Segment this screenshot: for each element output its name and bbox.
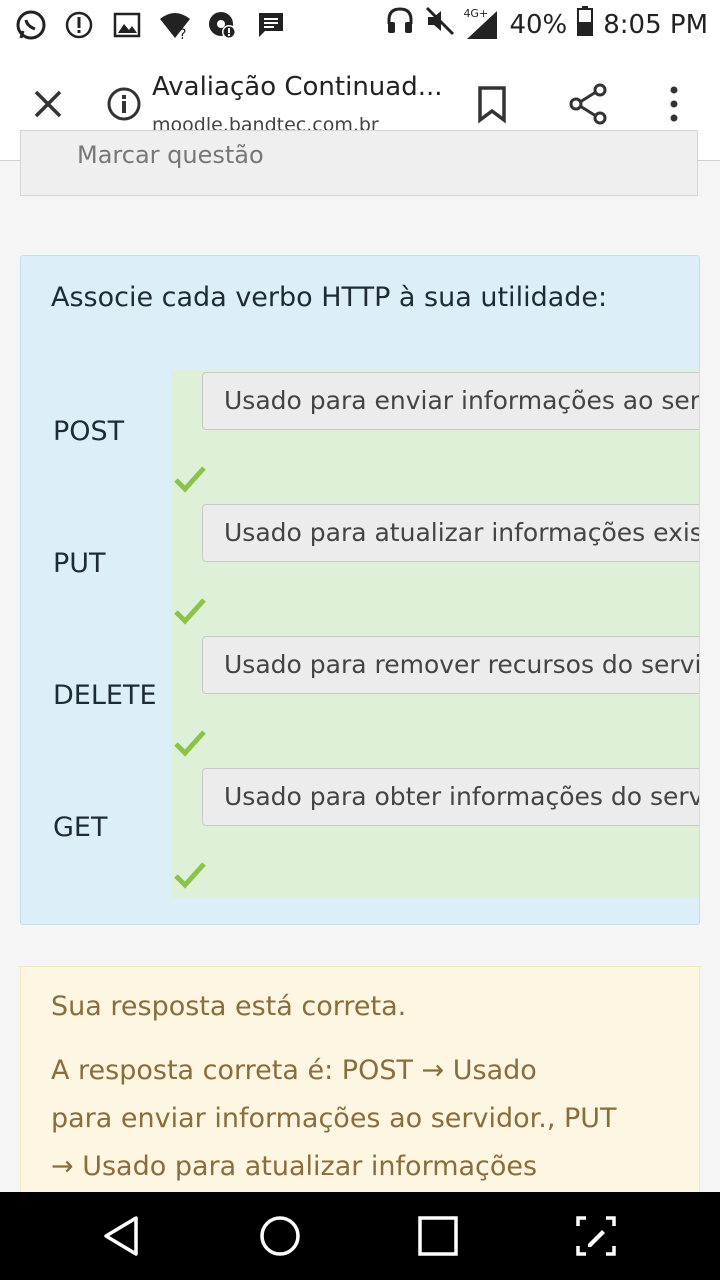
status-bar: ? 4G+ 40% 8:05 PM bbox=[0, 0, 720, 50]
battery-icon bbox=[577, 6, 594, 43]
check-icon bbox=[174, 466, 206, 493]
answer-select[interactable]: Usado para remover recursos do servidor. bbox=[202, 636, 699, 694]
correct-answer-line: para enviar informações ao servidor., PU… bbox=[51, 1103, 617, 1134]
feedback-panel: Sua resposta está correta. A resposta co… bbox=[20, 966, 700, 1226]
verb-label: DELETE bbox=[53, 680, 157, 711]
screenshot-edit-button[interactable] bbox=[574, 1214, 618, 1258]
check-icon bbox=[174, 598, 206, 625]
bookmark-icon bbox=[478, 86, 506, 124]
answer-select[interactable]: Usado para enviar informações ao servido… bbox=[202, 372, 699, 430]
overflow-menu-button[interactable] bbox=[660, 84, 688, 124]
match-row: DELETE Usado para remover recursos do se… bbox=[21, 636, 699, 768]
info-icon bbox=[107, 87, 141, 121]
more-vert-icon bbox=[670, 86, 678, 122]
match-row: POST Usado para enviar informações ao se… bbox=[21, 372, 699, 504]
correct-answer-line: → Usado para atualizar informações bbox=[51, 1151, 538, 1182]
match-row: PUT Usado para atualizar informações exi… bbox=[21, 504, 699, 636]
close-icon bbox=[34, 90, 62, 118]
back-button[interactable] bbox=[100, 1214, 144, 1258]
back-icon bbox=[104, 1216, 138, 1256]
message-icon bbox=[254, 8, 288, 42]
question-panel: Associe cada verbo HTTP à sua utilidade:… bbox=[20, 255, 700, 925]
question-text: Associe cada verbo HTTP à sua utilidade: bbox=[51, 282, 608, 313]
home-icon bbox=[260, 1216, 300, 1256]
mute-icon bbox=[425, 6, 455, 43]
notification-icons: ? bbox=[14, 8, 288, 42]
answer-select[interactable]: Usado para atualizar informações existen… bbox=[202, 504, 699, 562]
headset-icon bbox=[385, 6, 415, 43]
signal-icon: 4G+ bbox=[463, 6, 499, 41]
verb-label: PUT bbox=[53, 548, 106, 579]
network-type: 4G+ bbox=[463, 6, 489, 20]
bookmark-button[interactable] bbox=[474, 84, 510, 124]
navigation-bar bbox=[0, 1192, 720, 1280]
answer-select[interactable]: Usado para obter informações do servidor… bbox=[202, 768, 699, 826]
verb-label: GET bbox=[53, 812, 108, 843]
flag-question-box[interactable]: Marcar questão bbox=[20, 130, 698, 196]
share-icon bbox=[569, 83, 607, 125]
edit-screenshot-icon bbox=[576, 1216, 616, 1256]
home-button[interactable] bbox=[258, 1214, 302, 1258]
wifi-question-icon: ? bbox=[158, 8, 192, 42]
clock: 8:05 PM bbox=[603, 9, 708, 40]
status-right: 4G+ 40% 8:05 PM bbox=[385, 6, 708, 43]
image-icon bbox=[110, 8, 144, 42]
battery-percent: 40% bbox=[509, 9, 568, 40]
check-icon bbox=[174, 862, 206, 889]
feedback-status: Sua resposta está correta. bbox=[51, 991, 407, 1022]
svg-text:?: ? bbox=[179, 27, 186, 40]
flag-question-label[interactable]: Marcar questão bbox=[77, 141, 264, 169]
alert-icon bbox=[62, 8, 96, 42]
check-icon bbox=[174, 730, 206, 757]
page-title: Avaliação Continuad... bbox=[152, 72, 443, 102]
recents-icon bbox=[418, 1216, 458, 1256]
close-button[interactable] bbox=[28, 84, 68, 124]
correct-answer-line: A resposta correta é: POST → Usado bbox=[51, 1055, 537, 1086]
whatsapp-icon bbox=[14, 8, 48, 42]
share-button[interactable] bbox=[568, 82, 608, 126]
recents-button[interactable] bbox=[416, 1214, 460, 1258]
site-info-button[interactable] bbox=[106, 86, 142, 122]
chrome-alert-icon bbox=[206, 8, 240, 42]
verb-label: POST bbox=[53, 416, 125, 447]
match-row: GET Usado para obter informações do serv… bbox=[21, 768, 699, 900]
